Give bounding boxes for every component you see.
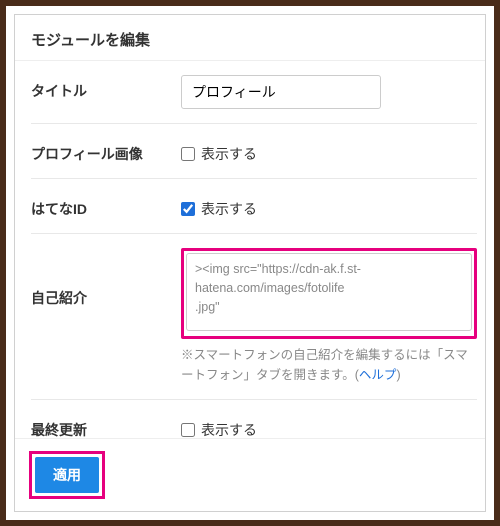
last-updated-checkbox-wrap[interactable]: 表示する <box>181 420 257 438</box>
last-updated-checkbox[interactable] <box>181 423 195 437</box>
profile-image-checkbox-wrap[interactable]: 表示する <box>181 144 257 164</box>
control-hatena-id: 表示する <box>181 193 477 219</box>
label-last-updated: 最終更新 <box>31 414 181 438</box>
dialog-footer: 適用 <box>15 438 485 511</box>
hatena-id-checkbox-wrap[interactable]: 表示する <box>181 199 257 219</box>
hint-suffix: ) <box>396 368 400 382</box>
label-self-intro: 自己紹介 <box>31 248 181 308</box>
dialog-title: モジュールを編集 <box>15 15 485 60</box>
dialog-body[interactable]: タイトル プロフィール画像 表示する はてなID <box>15 60 485 438</box>
profile-image-checkbox-label: 表示する <box>201 144 257 164</box>
self-intro-hint: ※スマートフォンの自己紹介を編集するには「スマートフォン」タブを開きます。(ヘル… <box>181 345 477 385</box>
row-last-updated: 最終更新 表示する <box>31 400 477 438</box>
title-input[interactable] <box>181 75 381 109</box>
help-link[interactable]: ヘルプ <box>359 368 397 382</box>
annotation-frame: モジュールを編集 タイトル プロフィール画像 表示する はてなID <box>0 0 500 526</box>
row-self-intro: 自己紹介 ><img src="https://cdn-ak.f.st-hate… <box>31 234 477 400</box>
hatena-id-checkbox-label: 表示する <box>201 199 257 219</box>
row-title: タイトル <box>31 61 477 124</box>
self-intro-textarea[interactable]: ><img src="https://cdn-ak.f.st-hatena.co… <box>186 253 472 331</box>
last-updated-checkbox-label: 表示する <box>201 420 257 438</box>
control-title <box>181 75 477 109</box>
label-title: タイトル <box>31 75 181 101</box>
control-self-intro: ><img src="https://cdn-ak.f.st-hatena.co… <box>181 248 477 385</box>
profile-image-checkbox[interactable] <box>181 147 195 161</box>
row-profile-image: プロフィール画像 表示する <box>31 124 477 179</box>
module-edit-dialog: モジュールを編集 タイトル プロフィール画像 表示する はてなID <box>14 14 486 512</box>
control-profile-image: 表示する <box>181 138 477 164</box>
self-intro-highlight: ><img src="https://cdn-ak.f.st-hatena.co… <box>181 248 477 339</box>
row-hatena-id: はてなID 表示する <box>31 179 477 234</box>
label-profile-image: プロフィール画像 <box>31 138 181 164</box>
control-last-updated: 表示する <box>181 414 477 438</box>
apply-button-highlight: 適用 <box>29 451 105 499</box>
hatena-id-checkbox[interactable] <box>181 202 195 216</box>
apply-button[interactable]: 適用 <box>35 457 99 493</box>
label-hatena-id: はてなID <box>31 193 181 219</box>
hint-prefix: ※スマートフォンの自己紹介を編集するには「スマートフォン」タブを開きます。( <box>181 348 468 382</box>
